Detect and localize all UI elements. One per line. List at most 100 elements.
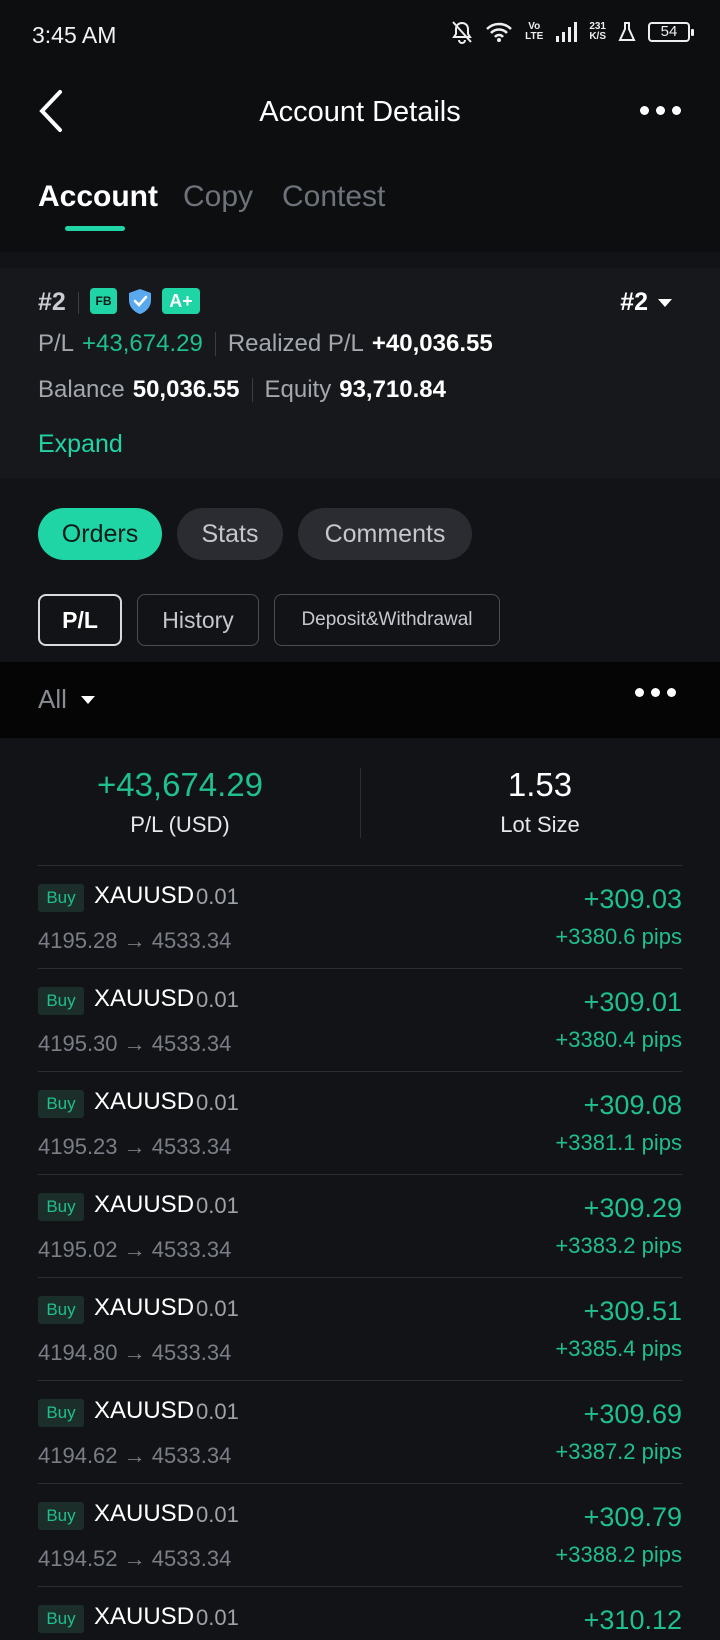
open-price: 4194.52 bbox=[38, 1546, 118, 1571]
order-lots: 0.01 bbox=[196, 1399, 239, 1424]
order-lots: 0.01 bbox=[196, 1193, 239, 1218]
order-pnl: +309.79 bbox=[583, 1502, 682, 1532]
balance-label: Balance bbox=[38, 376, 125, 403]
order-row[interactable]: Buy XAUUSD 0.01 4194.62 → 4533.34 +309.6… bbox=[0, 1381, 720, 1484]
tab-comments[interactable]: Comments bbox=[298, 508, 472, 560]
lab-icon bbox=[618, 22, 636, 42]
order-lots: 0.01 bbox=[196, 884, 239, 909]
balance-value: 50,036.55 bbox=[132, 376, 240, 403]
app-header: Account Details bbox=[0, 70, 720, 182]
arrow-right-icon: → bbox=[123, 1443, 146, 1468]
arrow-right-icon: → bbox=[123, 1031, 146, 1056]
expand-link[interactable]: Expand bbox=[38, 430, 123, 459]
equity-label: Equity bbox=[264, 376, 332, 403]
tab-stats[interactable]: Stats bbox=[177, 508, 283, 560]
symbol-filter-dropdown[interactable]: All bbox=[38, 684, 95, 715]
subtab-pl[interactable]: P/L bbox=[38, 594, 122, 646]
order-symbol: XAUUSD bbox=[94, 1397, 195, 1424]
close-price: 4533.34 bbox=[151, 1340, 232, 1365]
order-lots: 0.01 bbox=[196, 987, 239, 1012]
divider bbox=[78, 292, 79, 314]
wifi-icon bbox=[485, 21, 513, 43]
more-dots-icon bbox=[635, 688, 644, 697]
arrow-right-icon: → bbox=[123, 1237, 146, 1262]
order-pnl: +309.03 bbox=[583, 884, 682, 914]
order-row[interactable]: Buy XAUUSD 0.01 4195.30 → 4533.34 +309.0… bbox=[0, 969, 720, 1072]
order-lots: 0.01 bbox=[196, 1605, 239, 1630]
open-price: 4194.62 bbox=[38, 1443, 118, 1468]
order-pnl: +309.69 bbox=[583, 1399, 682, 1429]
side-badge: Buy bbox=[38, 1502, 84, 1530]
order-prices: 4195.23 → 4533.34 bbox=[38, 1134, 231, 1160]
order-symbol: XAUUSD bbox=[94, 1294, 195, 1321]
total-pl-label: P/L (USD) bbox=[130, 812, 230, 837]
rank-dropdown-label: #2 bbox=[620, 288, 648, 316]
tab-account[interactable]: Account bbox=[38, 180, 158, 214]
side-badge: Buy bbox=[38, 884, 84, 912]
volte-icon: Vo LTE bbox=[525, 21, 544, 42]
close-price: 4533.34 bbox=[151, 1031, 232, 1056]
grade-badge: A+ bbox=[162, 288, 200, 314]
order-row[interactable]: Buy XAUUSD 0.01 4195.23 → 4533.34 +309.0… bbox=[0, 1072, 720, 1175]
order-pips: +3381.1 pips bbox=[555, 1130, 682, 1155]
close-price: 4533.34 bbox=[151, 1546, 232, 1571]
arrow-right-icon: → bbox=[123, 928, 146, 953]
rank-dropdown[interactable]: #2 bbox=[620, 288, 672, 317]
side-badge: Buy bbox=[38, 1399, 84, 1427]
account-summary-card: #2 FB A+ #2 P/L +43,674.29 Realized P/L … bbox=[0, 268, 720, 478]
subtab-history[interactable]: History bbox=[137, 594, 259, 646]
order-row[interactable]: Buy XAUUSD 0.01 4195.28 → 4533.34 +309.0… bbox=[0, 866, 720, 969]
more-options-button[interactable] bbox=[640, 98, 684, 122]
subtab-deposit-withdrawal[interactable]: Deposit&Withdrawal bbox=[274, 594, 500, 646]
verified-shield-icon bbox=[126, 288, 154, 314]
total-pl: +43,674.29 P/L (USD) bbox=[20, 766, 340, 838]
list-options-button[interactable] bbox=[635, 688, 676, 697]
divider bbox=[214, 332, 216, 356]
equity-value: 93,710.84 bbox=[339, 376, 446, 403]
pl-value: +43,674.29 bbox=[82, 330, 203, 357]
order-pips: +3385.4 pips bbox=[555, 1336, 682, 1361]
arrow-right-icon: → bbox=[123, 1546, 146, 1571]
order-lots: 0.01 bbox=[196, 1090, 239, 1115]
order-filters: Orders Stats Comments P/L History Deposi… bbox=[0, 494, 720, 662]
order-prices: 4195.30 → 4533.34 bbox=[38, 1031, 231, 1057]
order-row[interactable]: Buy XAUUSD 0.01 +310.12 bbox=[0, 1587, 720, 1640]
status-time: 3:45 AM bbox=[32, 22, 117, 48]
status-bar: 3:45 AM Vo LTE 231 K/S 54 bbox=[0, 0, 720, 70]
tab-contest[interactable]: Contest bbox=[282, 180, 385, 214]
order-row[interactable]: Buy XAUUSD 0.01 4194.80 → 4533.34 +309.5… bbox=[0, 1278, 720, 1381]
order-symbol: XAUUSD bbox=[94, 1088, 195, 1115]
side-badge: Buy bbox=[38, 1296, 84, 1324]
order-pips: +3388.2 pips bbox=[555, 1542, 682, 1567]
network-speed: 231 K/S bbox=[589, 21, 606, 42]
arrow-right-icon: → bbox=[123, 1340, 146, 1365]
order-prices: 4194.62 → 4533.34 bbox=[38, 1443, 231, 1469]
order-prices: 4194.52 → 4533.34 bbox=[38, 1546, 231, 1572]
status-icons: Vo LTE 231 K/S 54 bbox=[451, 20, 694, 44]
open-price: 4195.30 bbox=[38, 1031, 118, 1056]
page-title: Account Details bbox=[259, 96, 461, 128]
order-pips: +3380.4 pips bbox=[555, 1027, 682, 1052]
lot-size-value: 1.53 bbox=[507, 766, 573, 803]
order-symbol: XAUUSD bbox=[94, 1191, 195, 1218]
account-rank: #2 bbox=[38, 288, 66, 316]
balance-row: Balance 50,036.55 Equity 93,710.84 bbox=[38, 376, 446, 404]
order-lots: 0.01 bbox=[196, 1502, 239, 1527]
order-pnl: +309.29 bbox=[583, 1193, 682, 1223]
order-row[interactable]: Buy XAUUSD 0.01 4195.02 → 4533.34 +309.2… bbox=[0, 1175, 720, 1278]
order-row[interactable]: Buy XAUUSD 0.01 4194.52 → 4533.34 +309.7… bbox=[0, 1484, 720, 1587]
order-symbol: XAUUSD bbox=[94, 985, 195, 1012]
pl-label: P/L bbox=[38, 330, 75, 357]
order-pnl: +309.01 bbox=[583, 987, 682, 1017]
tab-orders[interactable]: Orders bbox=[38, 508, 162, 560]
pl-summary: +43,674.29 P/L (USD) 1.53 Lot Size bbox=[0, 738, 720, 866]
tab-copy[interactable]: Copy bbox=[183, 180, 253, 214]
caret-down-icon bbox=[80, 695, 95, 704]
order-pnl: +309.08 bbox=[583, 1090, 682, 1120]
orders-list: Buy XAUUSD 0.01 4195.28 → 4533.34 +309.0… bbox=[0, 866, 720, 1640]
order-pips: +3383.2 pips bbox=[555, 1233, 682, 1258]
side-badge: Buy bbox=[38, 1193, 84, 1221]
order-pnl: +309.51 bbox=[583, 1296, 682, 1326]
order-symbol: XAUUSD bbox=[94, 1500, 195, 1527]
order-pnl: +310.12 bbox=[583, 1605, 682, 1635]
